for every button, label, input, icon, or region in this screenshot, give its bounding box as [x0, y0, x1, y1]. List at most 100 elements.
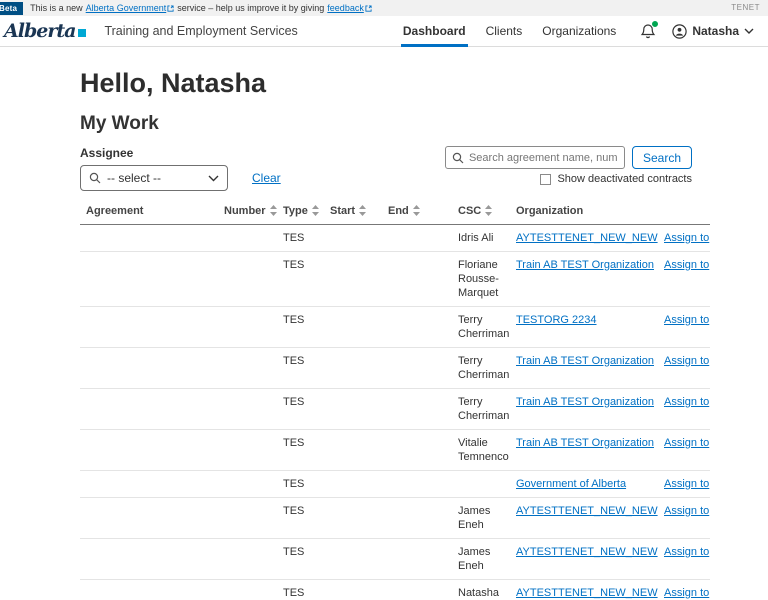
table-row: TES Terry Cherriman Train AB TEST Organiza…	[80, 388, 710, 430]
cell-end	[384, 538, 454, 580]
cell-start	[326, 251, 384, 307]
assign-to-link[interactable]: Assign to	[664, 314, 709, 326]
cell-actions: Assign to	[660, 470, 710, 498]
cell-csc: James Eneh	[454, 497, 512, 539]
organization-link[interactable]: AYTESTTENET_NEW_NEW	[516, 587, 658, 599]
assignee-label: Assignee	[80, 146, 134, 160]
table-row: TES Natasha Mawji AYTESTTENET_NEW_NEW Assig…	[80, 579, 710, 600]
cell-actions: Assign to	[660, 224, 710, 252]
sort-icon[interactable]	[359, 205, 367, 216]
table-row: TES Vitalie Temnenco Train AB TEST Organiz…	[80, 429, 710, 471]
search-icon	[452, 152, 464, 163]
cell-csc: Vitalie Temnenco	[454, 429, 512, 471]
alberta-government-link[interactable]: Alberta Government	[86, 3, 175, 13]
cell-end	[384, 429, 454, 471]
assign-to-link[interactable]: Assign to	[664, 437, 709, 449]
organization-link[interactable]: Train AB TEST Organization	[516, 396, 654, 408]
nav-organizations[interactable]: Organizations	[540, 16, 618, 47]
nav-clients[interactable]: Clients	[484, 16, 525, 47]
organization-link[interactable]: AYTESTTENET_NEW_NEW	[516, 505, 658, 517]
cell-csc: Floriane Rousse-Marquet	[454, 251, 512, 307]
column-header-number[interactable]: Number	[220, 200, 279, 225]
cell-end	[384, 497, 454, 539]
nav-dashboard[interactable]: Dashboard	[400, 16, 468, 47]
cell-end	[384, 251, 454, 307]
assign-to-link[interactable]: Assign to	[664, 232, 709, 244]
main-content: Hello, Natasha My Work Assignee -- selec…	[0, 67, 768, 600]
column-label: Agreement	[86, 205, 144, 217]
table-row: TES James Eneh AYTESTTENET_NEW_NEW Assign t…	[80, 497, 710, 539]
cell-actions: Assign to	[660, 429, 710, 471]
alberta-logo-square	[78, 29, 87, 37]
cell-start	[326, 388, 384, 430]
cell-organization: AYTESTTENET_NEW_NEW	[512, 538, 660, 580]
alberta-logo[interactable]: Alberta	[4, 19, 87, 42]
search-button[interactable]: Search	[631, 146, 692, 169]
column-header-end[interactable]: End	[384, 200, 454, 225]
column-header-type[interactable]: Type	[279, 200, 326, 225]
notifications-button[interactable]	[640, 19, 660, 40]
sort-icon[interactable]	[269, 205, 277, 216]
environment-label: TENET	[731, 3, 760, 12]
organization-link[interactable]: Train AB TEST Organization	[516, 437, 654, 449]
sort-icon[interactable]	[485, 205, 493, 216]
cell-actions: Assign to	[660, 388, 710, 430]
column-label: Type	[283, 205, 308, 217]
cell-csc: Terry Cherriman	[454, 388, 512, 430]
table-row: TES Floriane Rousse-Marquet Train AB TEST …	[80, 251, 710, 307]
organization-link[interactable]: AYTESTTENET_NEW_NEW	[516, 232, 658, 244]
cell-number	[220, 306, 279, 348]
cell-agreement	[80, 538, 220, 580]
external-link-icon	[365, 5, 372, 12]
user-avatar-icon	[672, 23, 688, 39]
assign-to-link[interactable]: Assign to	[664, 505, 709, 517]
assign-to-link[interactable]: Assign to	[664, 396, 709, 408]
organization-link[interactable]: Government of Alberta	[516, 478, 626, 490]
cell-type: TES	[279, 538, 326, 580]
table-row: TES James Eneh AYTESTTENET_NEW_NEW Assign t…	[80, 538, 710, 580]
external-link-icon	[167, 5, 174, 12]
cell-organization: TESTORG 2234	[512, 306, 660, 348]
deactivated-contracts-row: Show deactivated contracts	[445, 173, 692, 185]
table-row: TES Terry Cherriman Train AB TEST Organiza…	[80, 347, 710, 389]
alberta-logo-text: Alberta	[4, 19, 76, 42]
assign-to-link[interactable]: Assign to	[664, 587, 709, 599]
table-row: TES Terry Cherriman TESTORG 2234 Assign to	[80, 306, 710, 348]
feedback-link[interactable]: feedback	[327, 3, 372, 13]
organization-link[interactable]: Train AB TEST Organization	[516, 355, 654, 367]
column-header-start[interactable]: Start	[326, 200, 384, 225]
cell-organization: Train AB TEST Organization	[512, 429, 660, 471]
clear-filter-link[interactable]: Clear	[252, 171, 281, 185]
assign-to-link[interactable]: Assign to	[664, 546, 709, 558]
assign-to-link[interactable]: Assign to	[664, 478, 709, 490]
cell-agreement	[80, 497, 220, 539]
cell-organization: Train AB TEST Organization	[512, 347, 660, 389]
cell-agreement	[80, 347, 220, 389]
cell-actions: Assign to	[660, 306, 710, 348]
search-icon	[89, 172, 101, 184]
search-input[interactable]	[468, 151, 618, 164]
service-name: Training and Employment Services	[104, 24, 298, 38]
sort-icon[interactable]	[311, 205, 319, 216]
cell-agreement	[80, 579, 220, 600]
assign-to-link[interactable]: Assign to	[664, 259, 709, 271]
agreements-table: Agreement Number Type Start End CSC Organizati…	[80, 200, 710, 600]
cell-organization: AYTESTTENET_NEW_NEW	[512, 579, 660, 600]
sort-icon[interactable]	[412, 205, 420, 216]
user-menu[interactable]: Natasha	[672, 23, 754, 39]
assign-to-link[interactable]: Assign to	[664, 355, 709, 367]
organization-link[interactable]: TESTORG 2234	[516, 314, 597, 326]
assignee-select[interactable]: -- select --	[80, 165, 228, 191]
table-row: TES Government of Alberta Assign to	[80, 470, 710, 498]
column-header-csc[interactable]: CSC	[454, 200, 512, 225]
show-deactivated-checkbox[interactable]	[540, 173, 552, 185]
cell-csc: Natasha Mawji	[454, 579, 512, 600]
column-header-actions	[660, 200, 710, 225]
show-deactivated-label: Show deactivated contracts	[557, 173, 692, 185]
organization-link[interactable]: AYTESTTENET_NEW_NEW	[516, 546, 658, 558]
cell-actions: Assign to	[660, 538, 710, 580]
cell-number	[220, 347, 279, 389]
organization-link[interactable]: Train AB TEST Organization	[516, 259, 654, 271]
table-row: TES Idris Ali AYTESTTENET_NEW_NEW Assign to	[80, 224, 710, 252]
cell-type: TES	[279, 497, 326, 539]
